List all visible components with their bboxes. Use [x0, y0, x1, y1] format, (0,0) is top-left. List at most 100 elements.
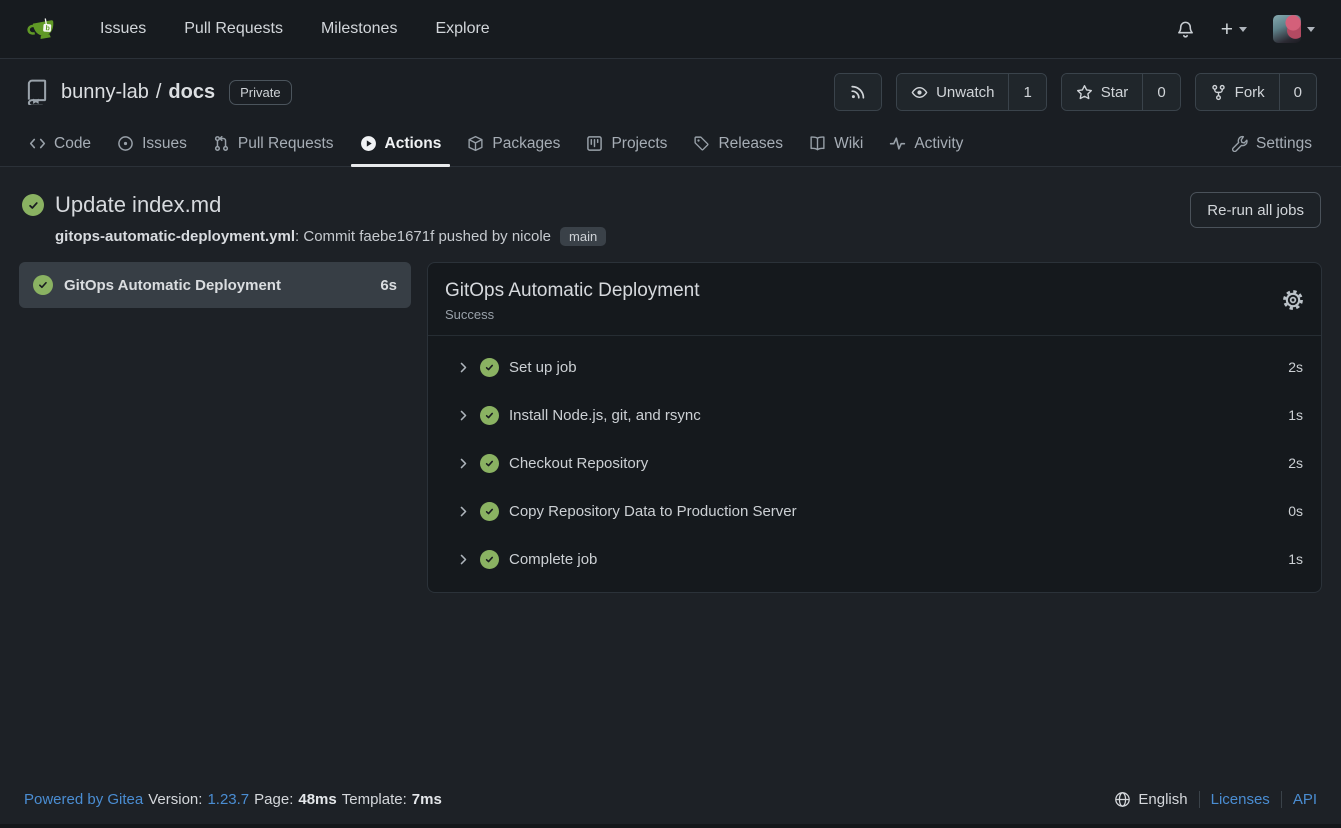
chevron-right-icon[interactable]	[457, 457, 470, 470]
navbar-item-explore[interactable]: Explore	[435, 20, 489, 38]
chevron-right-icon[interactable]	[457, 409, 470, 422]
star-button[interactable]: Star	[1062, 74, 1143, 110]
job-panel-header: GitOps Automatic Deployment Success	[428, 263, 1321, 336]
user-menu[interactable]	[1273, 15, 1315, 43]
step-duration: 2s	[1288, 359, 1303, 375]
repo-name-link[interactable]: docs	[168, 81, 215, 104]
tab-settings[interactable]: Settings	[1218, 121, 1325, 166]
star-count[interactable]: 0	[1142, 74, 1179, 110]
workflow-file-link[interactable]: gitops-automatic-deployment.yml	[55, 228, 295, 245]
fork-count[interactable]: 0	[1279, 74, 1316, 110]
chevron-right-icon[interactable]	[457, 361, 470, 374]
fork-icon	[1210, 84, 1227, 101]
step-name: Complete job	[509, 551, 1278, 568]
tab-label: Pull Requests	[238, 135, 334, 153]
tab-label: Releases	[718, 135, 783, 153]
unwatch-button[interactable]: Unwatch	[897, 74, 1008, 110]
repo-icon	[24, 79, 50, 105]
repo-owner-link[interactable]: bunny-lab	[61, 81, 149, 104]
version-label: Version:	[148, 791, 202, 808]
tab-label: Packages	[492, 135, 560, 153]
step-success-icon	[480, 454, 499, 473]
sidebar-job-item[interactable]: GitOps Automatic Deployment 6s	[19, 262, 411, 308]
step-row[interactable]: Checkout Repository 2s	[428, 439, 1321, 487]
navbar-item-milestones[interactable]: Milestones	[321, 20, 397, 38]
repo-tabs: Code Issues Pull Requests Actions	[0, 121, 1341, 166]
watch-count[interactable]: 1	[1008, 74, 1045, 110]
navbar-item-pull-requests[interactable]: Pull Requests	[184, 20, 283, 38]
book-icon	[809, 135, 826, 152]
chevron-right-icon[interactable]	[457, 553, 470, 566]
rss-icon	[850, 84, 866, 100]
star-button-group: Star 0	[1061, 73, 1181, 111]
job-status-text: Success	[445, 307, 1303, 322]
repo-title-row: bunny-lab / docs Private	[0, 59, 1341, 121]
step-row[interactable]: Install Node.js, git, and rsync 1s	[428, 391, 1321, 439]
star-label: Star	[1101, 84, 1129, 101]
tab-projects[interactable]: Projects	[573, 121, 680, 166]
branch-badge[interactable]: main	[560, 227, 606, 246]
tab-label: Actions	[385, 135, 442, 153]
footer-right: English Licenses API	[1114, 791, 1317, 808]
create-new-button[interactable]: +	[1221, 19, 1247, 40]
tab-pull-requests[interactable]: Pull Requests	[200, 121, 347, 166]
api-link[interactable]: API	[1293, 791, 1317, 808]
step-duration: 1s	[1288, 551, 1303, 567]
licenses-link[interactable]: Licenses	[1211, 791, 1270, 808]
template-time: 7ms	[412, 791, 442, 808]
language-selector[interactable]: English	[1114, 791, 1187, 808]
tab-label: Projects	[611, 135, 667, 153]
page-label: Page:	[254, 791, 293, 808]
template-label: Template:	[342, 791, 407, 808]
step-name: Checkout Repository	[509, 455, 1278, 472]
step-name: Install Node.js, git, and rsync	[509, 407, 1278, 424]
step-success-icon	[480, 406, 499, 425]
commit-text: : Commit faebe1671f pushed by nicole	[295, 228, 551, 245]
chevron-right-icon[interactable]	[457, 505, 470, 518]
private-badge: Private	[229, 80, 291, 105]
version-link[interactable]: 1.23.7	[207, 791, 249, 808]
tabs-spacer	[976, 121, 1218, 166]
tab-code[interactable]: Code	[16, 121, 104, 166]
eye-icon	[911, 84, 928, 101]
step-row[interactable]: Set up job 2s	[428, 343, 1321, 391]
jobs-sidebar: GitOps Automatic Deployment 6s	[19, 262, 411, 308]
tools-icon	[1231, 135, 1248, 152]
notifications-bell-icon[interactable]	[1176, 20, 1195, 39]
step-row[interactable]: Copy Repository Data to Production Serve…	[428, 487, 1321, 535]
step-duration: 0s	[1288, 503, 1303, 519]
steps-list: Set up job 2s Install Node.js, git, and …	[428, 336, 1321, 592]
run-header: Update index.md gitops-automatic-deploym…	[22, 192, 1321, 246]
step-row[interactable]: Complete job 1s	[428, 535, 1321, 583]
powered-by-gitea-link[interactable]: Powered by Gitea	[24, 791, 143, 808]
gear-icon[interactable]	[1282, 289, 1304, 311]
tab-actions[interactable]: Actions	[347, 121, 455, 166]
avatar[interactable]	[1273, 15, 1301, 43]
rerun-all-jobs-button[interactable]: Re-run all jobs	[1190, 192, 1321, 228]
tab-packages[interactable]: Packages	[454, 121, 573, 166]
repo-action-buttons: Unwatch 1 Star 0	[834, 73, 1317, 111]
tab-label: Wiki	[834, 135, 863, 153]
bottom-strip	[0, 824, 1341, 828]
step-success-icon	[480, 502, 499, 521]
plus-icon: +	[1221, 19, 1233, 40]
tag-icon	[693, 135, 710, 152]
tab-wiki[interactable]: Wiki	[796, 121, 876, 166]
repo-header-wrapper: bunny-lab / docs Private	[0, 59, 1341, 167]
fork-button[interactable]: Fork	[1196, 74, 1279, 110]
tab-releases[interactable]: Releases	[680, 121, 796, 166]
rss-button[interactable]	[835, 74, 881, 110]
navbar-right: +	[1176, 15, 1315, 43]
navbar-item-issues[interactable]: Issues	[100, 20, 146, 38]
tab-label: Code	[54, 135, 91, 153]
tab-issues[interactable]: Issues	[104, 121, 200, 166]
fork-button-group: Fork 0	[1195, 73, 1317, 111]
gitea-logo-icon[interactable]: b	[26, 12, 60, 46]
job-duration: 6s	[380, 277, 397, 294]
footer-left: Powered by Gitea Version: 1.23.7 Page: 4…	[24, 791, 442, 808]
code-icon	[29, 135, 46, 152]
step-success-icon	[480, 358, 499, 377]
tab-activity[interactable]: Activity	[876, 121, 976, 166]
package-icon	[467, 135, 484, 152]
step-success-icon	[480, 550, 499, 569]
